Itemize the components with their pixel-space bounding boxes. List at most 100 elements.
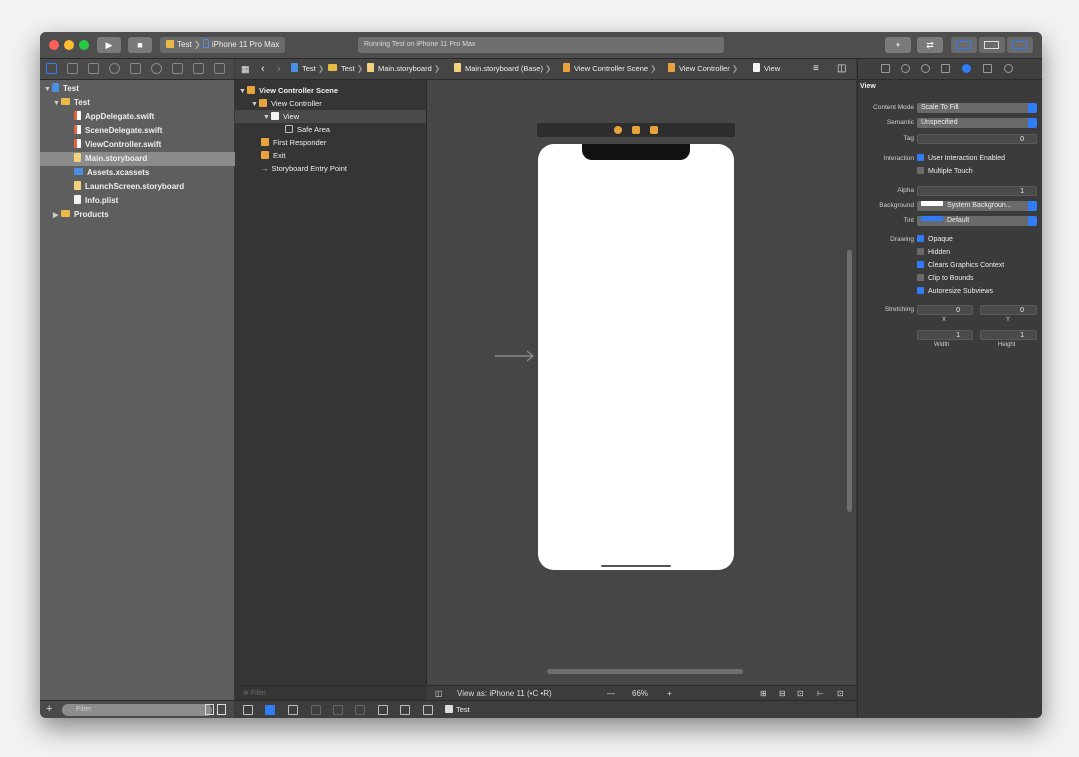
quick-help-icon[interactable] (921, 64, 930, 73)
multiple-touch-checkbox[interactable]: Multiple Touch (917, 167, 973, 177)
resolve-issues-icon[interactable]: ⊡ (837, 686, 844, 701)
navigator-filter-input[interactable]: Filter (62, 704, 212, 716)
recent-files-icon[interactable] (205, 704, 214, 715)
scene-dock[interactable] (537, 123, 735, 137)
tint-color-popup[interactable]: Default (917, 216, 1037, 226)
outline-item-entry-point[interactable]: → Storyboard Entry Point (261, 162, 347, 175)
tree-item-file[interactable]: ViewController.swift (40, 138, 268, 152)
align-icon[interactable]: ⊡ (797, 686, 804, 701)
outline-item-safe-area[interactable]: Safe Area (285, 123, 330, 136)
memory-graph-icon[interactable] (400, 705, 410, 715)
tree-item-group-products[interactable]: ▶ Products (40, 208, 247, 222)
clip-to-bounds-checkbox[interactable]: Clip to Bounds (917, 274, 974, 284)
tag-stepper[interactable]: 0 (917, 134, 1037, 144)
embed-in-icon[interactable]: ⊟ (779, 686, 786, 701)
outline-item-scene[interactable]: ▼ View Controller Scene (239, 84, 338, 97)
source-control-filter-icon[interactable] (217, 704, 226, 715)
minimize-window-button[interactable] (64, 40, 74, 50)
size-inspector-icon[interactable] (983, 64, 992, 73)
tree-item-project[interactable]: ▼ Test (40, 82, 238, 96)
breadcrumb-scene[interactable]: View Controller Scene ❯ (563, 59, 656, 79)
test-navigator-icon[interactable] (151, 63, 162, 74)
view-hierarchy-icon[interactable] (378, 705, 388, 715)
pause-icon[interactable] (288, 705, 298, 715)
clears-graphics-checkbox[interactable]: Clears Graphics Context (917, 261, 1004, 271)
view-controller-dock-icon[interactable] (614, 126, 622, 134)
user-interaction-checkbox[interactable]: User Interaction Enabled (917, 154, 1005, 164)
toggle-debug-button[interactable] (979, 37, 1005, 53)
outline-item-view-selected[interactable]: ▼ View (235, 110, 426, 123)
autoresize-checkbox[interactable]: Autoresize Subviews (917, 287, 993, 297)
tree-item-file-selected[interactable]: Main.storyboard (40, 152, 268, 166)
vertical-scrollbar[interactable] (847, 250, 852, 512)
exit-dock-icon[interactable] (650, 126, 658, 134)
tree-item-file[interactable]: Assets.xcassets (40, 166, 268, 180)
stretch-y-field[interactable]: 0 (980, 305, 1037, 315)
outline-item-first-responder[interactable]: First Responder (261, 136, 326, 149)
tree-item-file[interactable]: SceneDelegate.swift (40, 124, 268, 138)
run-button[interactable]: ▶ (97, 37, 121, 53)
code-review-button[interactable]: ⇄ (917, 37, 943, 53)
toggle-navigator-button[interactable] (951, 37, 977, 53)
breadcrumb-view[interactable]: View (753, 59, 780, 79)
hidden-checkbox[interactable]: Hidden (917, 248, 950, 258)
add-file-button[interactable]: + (46, 703, 52, 715)
step-out-icon[interactable] (355, 705, 365, 715)
breadcrumb-project[interactable]: Test ❯ (291, 59, 324, 79)
tree-item-file[interactable]: LaunchScreen.storyboard (40, 180, 268, 194)
breakpoints-toggle-icon[interactable] (265, 705, 275, 715)
related-items-icon[interactable]: ▦ (241, 59, 250, 79)
step-over-icon[interactable] (311, 705, 321, 715)
debug-target[interactable]: Test (445, 704, 470, 716)
alpha-stepper[interactable]: 1 (917, 186, 1037, 196)
breakpoint-navigator-icon[interactable] (193, 63, 204, 74)
add-constraints-icon[interactable]: ⊢ (817, 686, 824, 701)
search-icon[interactable] (109, 63, 120, 74)
iphone-view[interactable] (538, 144, 734, 570)
source-control-icon[interactable] (67, 63, 78, 74)
semantic-popup[interactable]: Unspecified (917, 118, 1037, 128)
identity-inspector-icon[interactable] (941, 64, 950, 73)
toggle-console-icon[interactable] (243, 705, 253, 715)
first-responder-dock-icon[interactable] (632, 126, 640, 134)
update-frames-icon[interactable]: ⊞ (760, 686, 767, 701)
entry-point-arrow[interactable] (495, 350, 535, 362)
scheme-selector[interactable]: Test ❯ iPhone 11 Pro Max (160, 37, 286, 53)
storyboard-canvas[interactable] (427, 80, 856, 685)
hide-outline-icon[interactable]: ◫ (435, 686, 443, 701)
horizontal-scrollbar[interactable] (547, 669, 743, 674)
connections-inspector-icon[interactable] (1004, 64, 1013, 73)
folder-navigator-icon[interactable] (46, 63, 57, 74)
zoom-level[interactable]: 66% (632, 686, 648, 701)
file-inspector-icon[interactable] (881, 64, 890, 73)
opaque-checkbox[interactable]: Opaque (917, 235, 953, 245)
background-color-popup[interactable]: System Backgroun... (917, 201, 1037, 211)
editor-options-icon[interactable]: ≡ (813, 59, 819, 79)
report-navigator-icon[interactable] (214, 63, 225, 74)
breadcrumb-localization[interactable]: Main.storyboard (Base) ❯ (454, 59, 551, 79)
stretch-height-field[interactable]: 1 (980, 330, 1037, 340)
zoom-window-button[interactable] (79, 40, 89, 50)
forward-icon[interactable]: › (277, 59, 281, 79)
stretch-width-field[interactable]: 1 (917, 330, 973, 340)
issue-navigator-icon[interactable] (130, 63, 141, 74)
outline-filter-input[interactable]: ⊕ Filter (235, 685, 426, 700)
environment-overrides-icon[interactable] (423, 705, 433, 715)
debug-navigator-icon[interactable] (172, 63, 183, 74)
close-window-button[interactable] (49, 40, 59, 50)
step-into-icon[interactable] (333, 705, 343, 715)
zoom-out-button[interactable]: — (607, 686, 615, 701)
device-config-label[interactable]: View as: iPhone 11 (•C •R) (457, 686, 552, 701)
add-editor-icon[interactable]: ◫ (837, 59, 846, 79)
stretch-x-field[interactable]: 0 (917, 305, 973, 315)
zoom-in-button[interactable]: + (667, 686, 672, 701)
tree-item-file[interactable]: Info.plist (40, 194, 268, 208)
content-mode-popup[interactable]: Scale To Fill (917, 103, 1037, 113)
outline-item-exit[interactable]: Exit (261, 149, 286, 162)
tree-item-file[interactable]: AppDelegate.swift (40, 110, 268, 124)
toggle-inspector-button[interactable] (1007, 37, 1033, 53)
history-inspector-icon[interactable] (901, 64, 910, 73)
attributes-inspector-icon[interactable] (962, 64, 971, 73)
library-button[interactable]: + (885, 37, 911, 53)
tree-item-group-test[interactable]: ▼ Test (40, 96, 247, 110)
